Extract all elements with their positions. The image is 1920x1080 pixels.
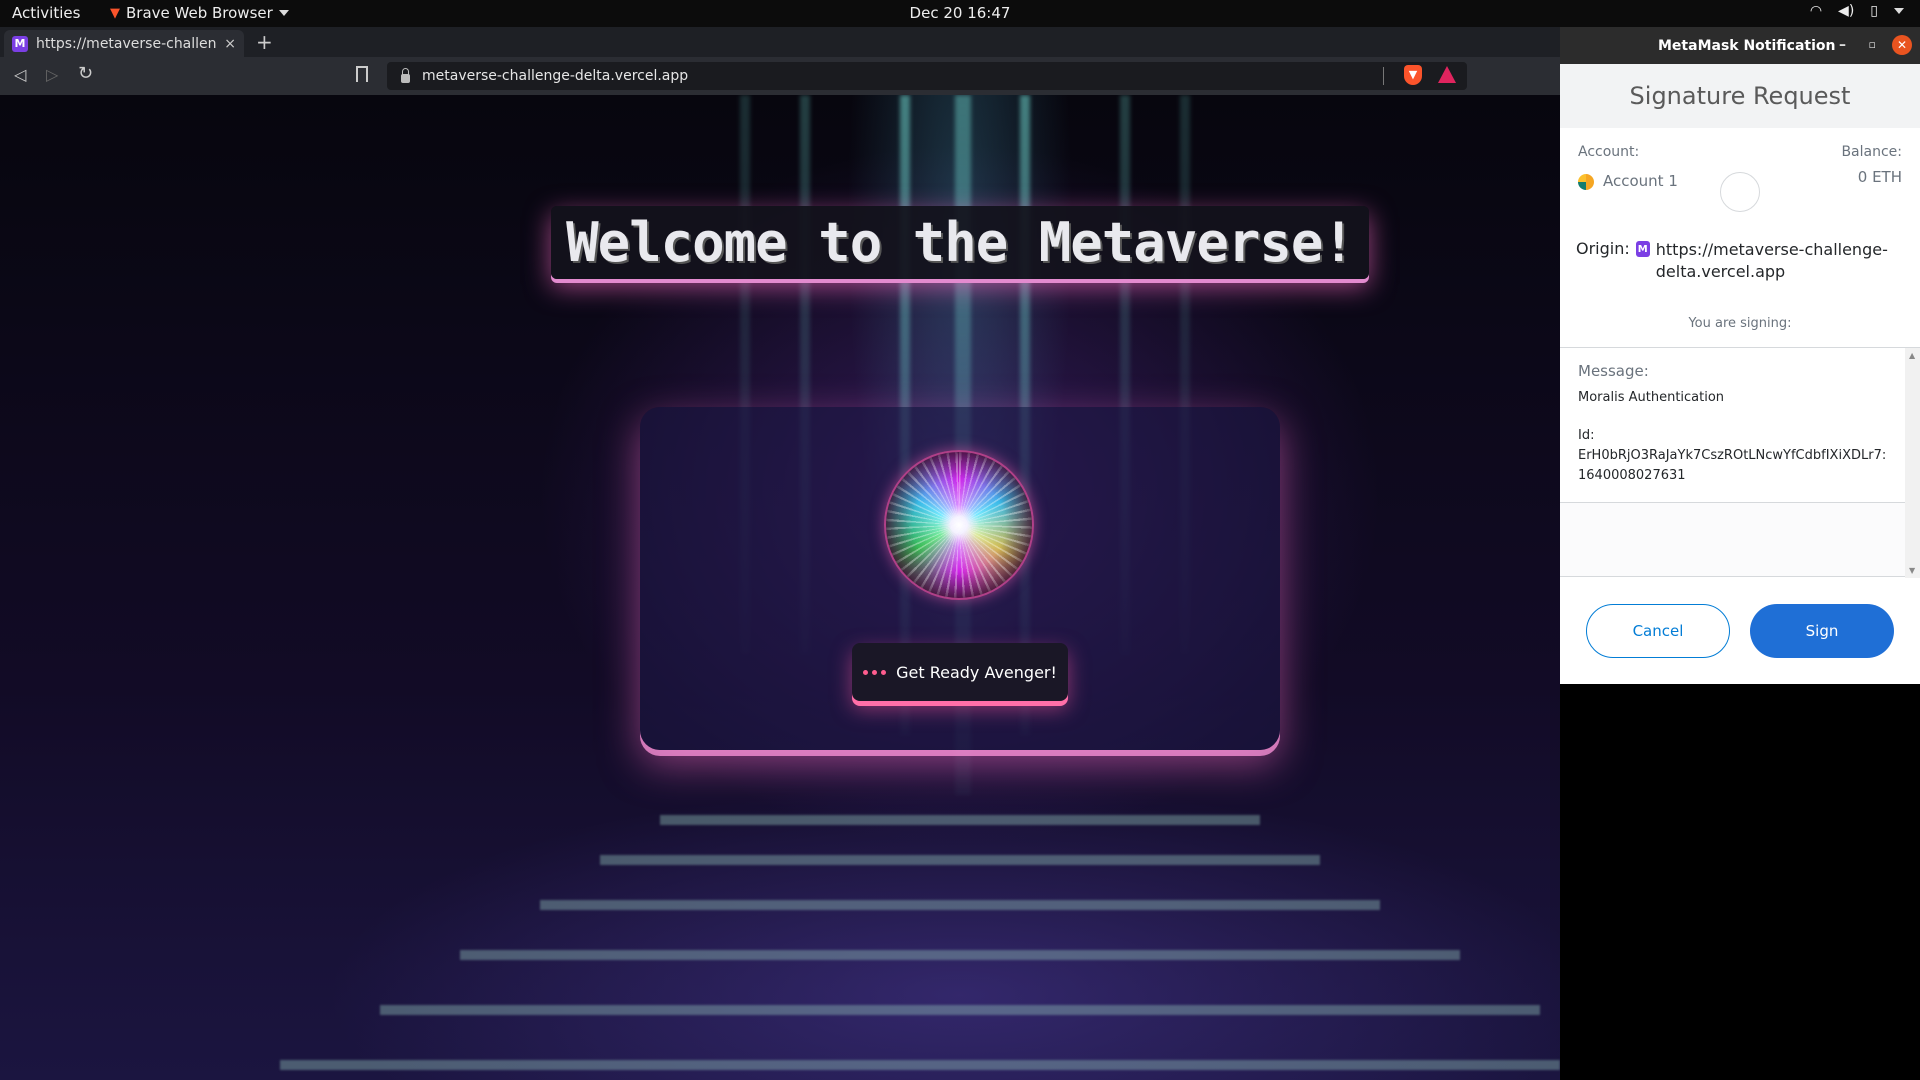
floor-light bbox=[540, 900, 1380, 910]
floor-light bbox=[380, 1005, 1540, 1015]
window-title: MetaMask Notification bbox=[1658, 37, 1836, 54]
close-tab-icon[interactable]: × bbox=[224, 36, 236, 52]
wifi-icon: ◠ bbox=[1809, 3, 1823, 19]
reload-icon[interactable]: ↻ bbox=[78, 63, 93, 84]
close-window-icon[interactable]: ✕ bbox=[1892, 35, 1912, 55]
app-menu[interactable]: ▼ Brave Web Browser bbox=[110, 4, 289, 22]
chevron-down-icon bbox=[1894, 8, 1904, 14]
id-label: Id: bbox=[1578, 428, 1595, 443]
scroll-up-icon[interactable]: ▲ bbox=[1909, 351, 1915, 360]
tab-title: https://metaverse-challen bbox=[36, 35, 217, 52]
signing-label: You are signing: bbox=[1688, 316, 1792, 331]
system-top-bar: Activities ▼ Brave Web Browser Dec 20 16… bbox=[0, 0, 1920, 27]
lock-icon[interactable] bbox=[401, 67, 410, 83]
browser-toolbar: ◁ ▷ ↻ metaverse-challenge-delta.vercel.a… bbox=[0, 57, 1560, 95]
origin-row: Origin: M https://metaverse-challenge-de… bbox=[1576, 239, 1904, 283]
balance-value: 0 ETH bbox=[1857, 168, 1902, 186]
moralis-favicon-icon: M bbox=[12, 35, 28, 52]
welcome-banner: Welcome to the Metaverse! bbox=[551, 206, 1369, 279]
message-content: Message: Moralis Authentication Id: ErH0… bbox=[1560, 348, 1905, 503]
brave-rewards-icon[interactable] bbox=[1438, 66, 1456, 83]
message-panel[interactable]: Message: Moralis Authentication Id: ErH0… bbox=[1560, 347, 1920, 578]
origin-url: https://metaverse-challenge-delta.vercel… bbox=[1655, 240, 1888, 281]
battery-icon: ▯ bbox=[1870, 3, 1878, 19]
metamask-window: MetaMask Notification – ▫ ✕ Signature Re… bbox=[1560, 27, 1920, 684]
account-identicon bbox=[1578, 174, 1594, 190]
signature-request-header: Signature Request bbox=[1560, 64, 1920, 128]
brave-shields-icon[interactable]: ▼ bbox=[1404, 65, 1422, 85]
floor-light bbox=[600, 855, 1320, 865]
floor-light bbox=[460, 950, 1460, 960]
account-label: Account: bbox=[1578, 144, 1640, 160]
origin-avatar bbox=[1720, 172, 1760, 212]
id-value: ErH0bRjO3RaJaYk7CszROtLNcwYfCdbfIXiXDLr7… bbox=[1578, 448, 1887, 483]
browser-tab[interactable]: M https://metaverse-challen × bbox=[4, 30, 244, 57]
action-buttons: Cancel Sign bbox=[1586, 604, 1894, 658]
volume-icon: ◀) bbox=[1838, 3, 1855, 19]
activities-button[interactable]: Activities bbox=[12, 4, 80, 22]
sign-button[interactable]: Sign bbox=[1750, 604, 1894, 658]
page-title: Welcome to the Metaverse! bbox=[566, 211, 1355, 274]
portal-card: Get Ready Avenger! bbox=[640, 407, 1280, 750]
message-scrollbar[interactable]: ▲ ▼ bbox=[1905, 348, 1920, 578]
floor-light bbox=[660, 815, 1260, 825]
address-bar[interactable]: metaverse-challenge-delta.vercel.app bbox=[387, 62, 1467, 90]
url-text: metaverse-challenge-delta.vercel.app bbox=[422, 68, 689, 84]
bookmark-icon[interactable] bbox=[356, 66, 368, 82]
web-page: Welcome to the Metaverse! Get Ready Aven… bbox=[0, 95, 1560, 1080]
moralis-favicon-icon: M bbox=[1635, 241, 1650, 257]
minimize-icon[interactable]: – bbox=[1839, 37, 1846, 53]
loading-dots-icon bbox=[863, 669, 887, 675]
get-ready-label: Get Ready Avenger! bbox=[896, 662, 1057, 682]
get-ready-button[interactable]: Get Ready Avenger! bbox=[852, 643, 1068, 701]
message-label: Message: bbox=[1578, 362, 1649, 380]
app-menu-label: Brave Web Browser bbox=[126, 4, 273, 22]
account-row: Account: Account 1 Balance: 0 ETH bbox=[1560, 128, 1920, 224]
balance-label: Balance: bbox=[1841, 144, 1902, 160]
brave-lion-icon: ▼ bbox=[110, 5, 120, 21]
cancel-button[interactable]: Cancel bbox=[1586, 604, 1730, 658]
divider bbox=[1383, 67, 1384, 85]
signature-request-title: Signature Request bbox=[1629, 82, 1851, 110]
message-text: Moralis Authentication bbox=[1578, 390, 1725, 405]
floor-light bbox=[280, 1060, 1560, 1070]
origin-label: Origin: bbox=[1576, 239, 1630, 258]
metamask-titlebar[interactable]: MetaMask Notification – ▫ ✕ bbox=[1560, 27, 1920, 64]
new-tab-button[interactable]: + bbox=[256, 30, 273, 54]
tab-strip: M https://metaverse-challen × + bbox=[0, 27, 1560, 57]
starburst-orb bbox=[884, 450, 1034, 600]
forward-icon[interactable]: ▷ bbox=[46, 65, 58, 84]
back-icon[interactable]: ◁ bbox=[14, 65, 26, 84]
maximize-icon[interactable]: ▫ bbox=[1869, 38, 1876, 51]
clock[interactable]: Dec 20 16:47 bbox=[910, 4, 1011, 22]
system-tray[interactable]: ◠ ◀) ▯ bbox=[1810, 3, 1904, 19]
account-name: Account 1 bbox=[1603, 172, 1678, 190]
scroll-down-icon[interactable]: ▼ bbox=[1909, 566, 1915, 575]
chevron-down-icon bbox=[278, 10, 289, 16]
